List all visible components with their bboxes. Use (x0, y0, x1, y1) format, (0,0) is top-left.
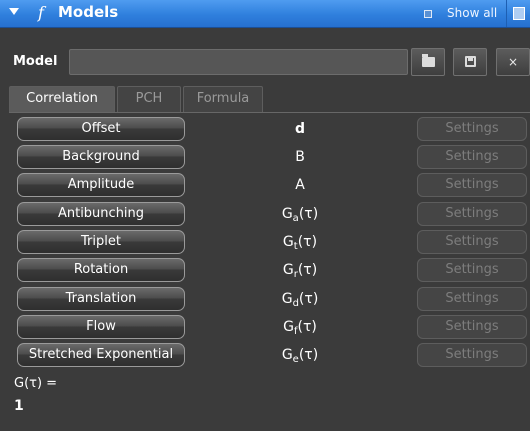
document-icon[interactable] (513, 7, 525, 20)
symbol-main: G (283, 319, 294, 335)
formula-value: 1 (14, 398, 24, 414)
symbol-main: B (295, 149, 305, 165)
open-model-button[interactable] (411, 48, 445, 76)
component-symbol: Gd(τ) (230, 287, 370, 311)
model-tabs: Correlation PCH Formula (9, 86, 530, 113)
component-symbol: Gt(τ) (230, 230, 370, 254)
symbol-main: d (294, 121, 306, 137)
panel-title: Models (58, 3, 119, 21)
settings-button[interactable]: Settings (417, 287, 527, 311)
component-button[interactable]: Stretched Exponential (17, 343, 185, 367)
titlebar-divider (506, 0, 507, 27)
tab-pch[interactable]: PCH (117, 86, 181, 112)
tab-formula[interactable]: Formula (183, 86, 263, 112)
formula-label: G(τ) = (14, 376, 58, 391)
component-button[interactable]: Translation (17, 287, 185, 311)
symbol-main: A (295, 177, 305, 193)
symbol-main: G (281, 347, 293, 363)
settings-button[interactable]: Settings (417, 258, 527, 282)
component-button[interactable]: Background (17, 145, 185, 169)
symbol-argument: (τ) (297, 262, 318, 278)
component-button[interactable]: Amplitude (17, 173, 185, 197)
open-folder-icon (422, 54, 435, 67)
symbol-argument: (τ) (298, 206, 319, 222)
symbol-main: G (281, 291, 293, 307)
save-disk-icon (465, 56, 476, 67)
component-button[interactable]: Flow (17, 315, 185, 339)
settings-button[interactable]: Settings (417, 145, 527, 169)
settings-button[interactable]: Settings (417, 202, 527, 226)
settings-button[interactable]: Settings (417, 117, 527, 141)
component-symbol: Gf(τ) (230, 315, 370, 339)
settings-button[interactable]: Settings (417, 230, 527, 254)
model-name-input[interactable] (69, 49, 408, 75)
function-icon: f (38, 3, 44, 22)
symbol-main: G (281, 206, 293, 222)
component-button[interactable]: Rotation (17, 258, 185, 282)
model-label: Model (13, 54, 58, 69)
symbol-argument: (τ) (297, 234, 318, 250)
component-button[interactable]: Antibunching (17, 202, 185, 226)
save-model-button[interactable] (453, 48, 487, 76)
component-symbol: d (230, 117, 370, 141)
symbol-main: G (282, 234, 294, 250)
component-button[interactable]: Triplet (17, 230, 185, 254)
component-symbol: Gr(τ) (230, 258, 370, 282)
symbol-argument: (τ) (298, 347, 319, 363)
collapse-arrow-icon[interactable] (9, 8, 19, 15)
show-all-label[interactable]: Show all (447, 6, 497, 20)
component-symbol: B (230, 145, 370, 169)
show-all-checkbox[interactable] (424, 10, 432, 18)
component-symbol: A (230, 173, 370, 197)
component-symbol: Ge(τ) (230, 343, 370, 367)
close-icon: × (507, 55, 519, 69)
settings-button[interactable]: Settings (417, 173, 527, 197)
symbol-argument: (τ) (297, 319, 317, 335)
symbol-main: G (282, 262, 294, 278)
settings-button[interactable]: Settings (417, 315, 527, 339)
settings-button[interactable]: Settings (417, 343, 527, 367)
component-button[interactable]: Offset (17, 117, 185, 141)
symbol-argument: (τ) (298, 291, 319, 307)
close-model-button[interactable]: × (496, 48, 530, 76)
tab-correlation[interactable]: Correlation (9, 86, 115, 112)
component-symbol: Ga(τ) (230, 202, 370, 226)
panel-titlebar[interactable]: f Models Show all (0, 0, 530, 28)
